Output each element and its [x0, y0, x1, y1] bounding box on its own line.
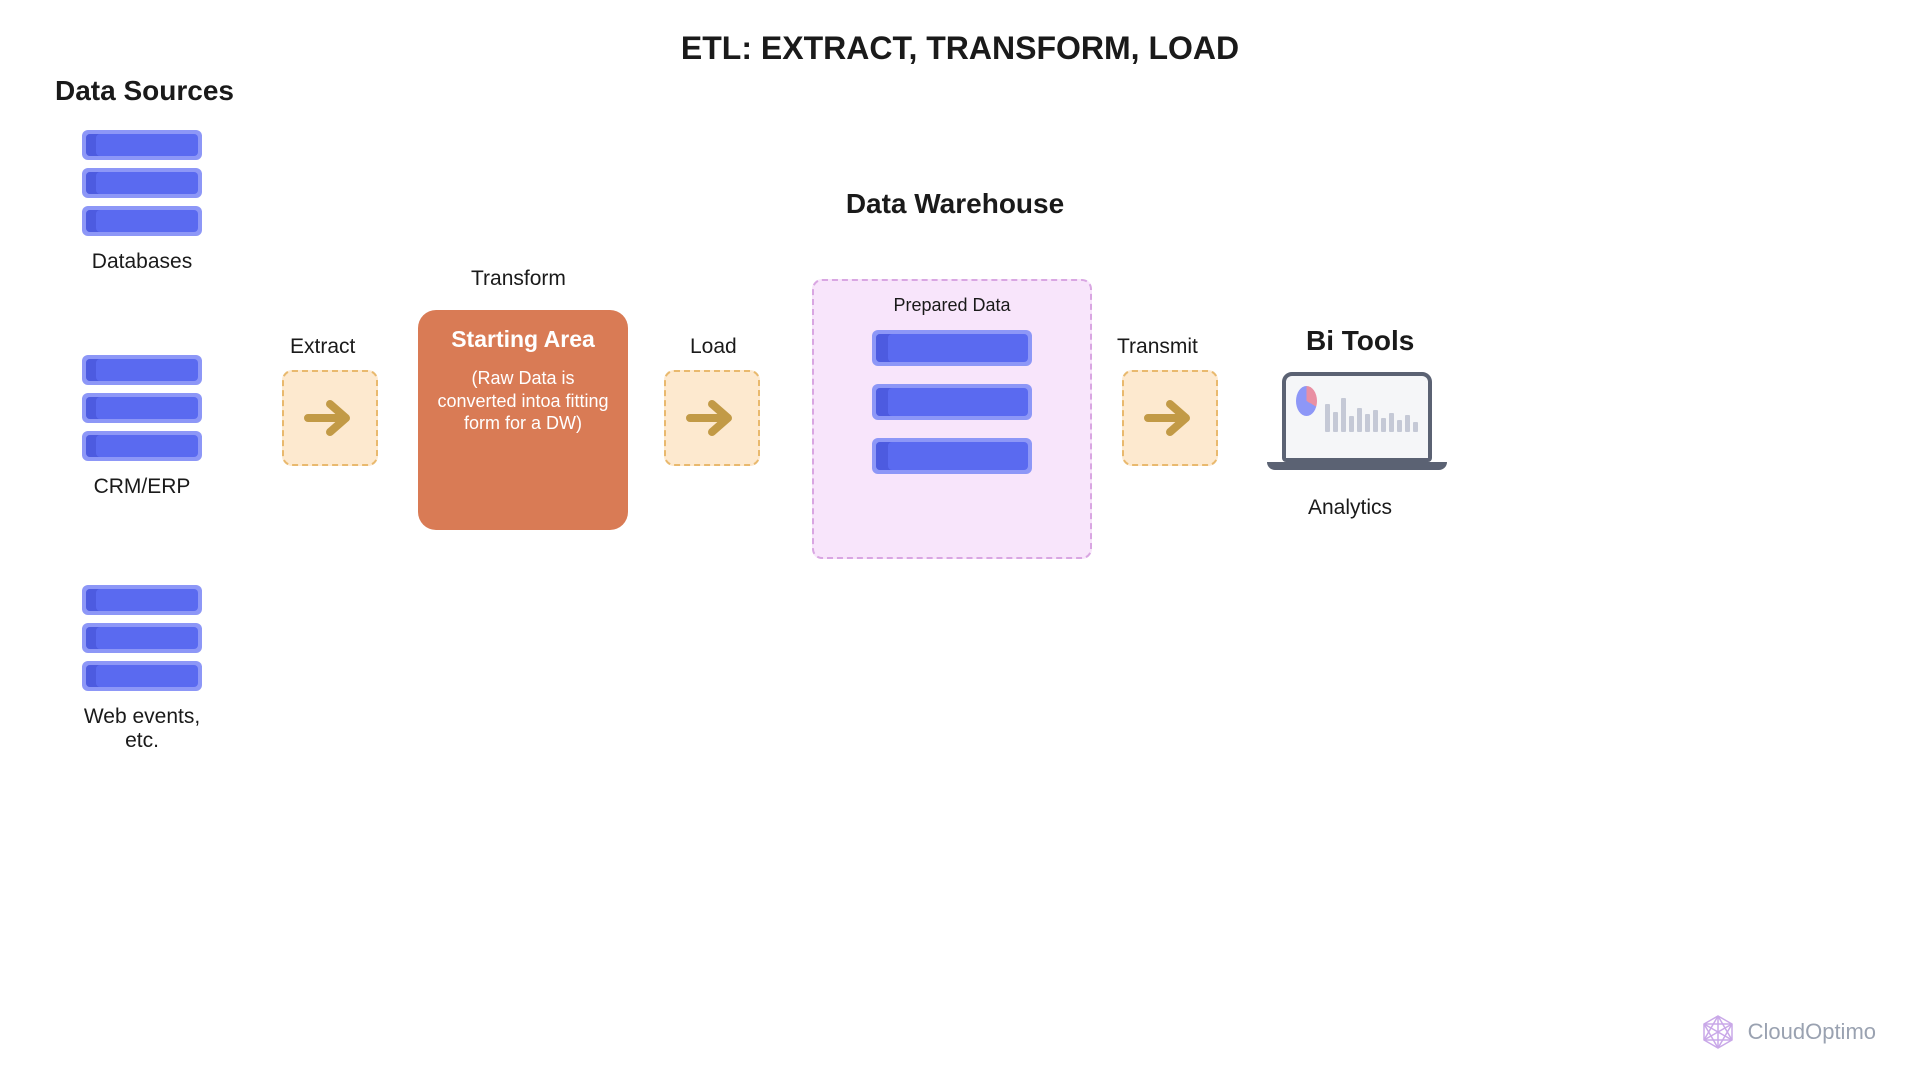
- cloudoptimo-icon: [1698, 1012, 1738, 1052]
- warehouse-heading: Data Warehouse: [845, 188, 1065, 220]
- arrow-label-extract: Extract: [290, 335, 355, 359]
- db-row-icon: [872, 330, 1032, 366]
- source-web-events: Web events, etc.: [82, 585, 212, 753]
- laptop-icon: [1267, 372, 1447, 470]
- brand-name: CloudOptimo: [1748, 1019, 1876, 1045]
- arrow-load: [664, 370, 760, 466]
- db-row-icon: [82, 585, 202, 615]
- warehouse-stack: [834, 330, 1070, 474]
- warehouse-sub: Prepared Data: [834, 295, 1070, 316]
- warehouse-box: Prepared Data: [812, 279, 1092, 559]
- bi-heading: Bi Tools: [1306, 325, 1414, 357]
- db-row-icon: [82, 130, 202, 160]
- arrow-extract: [282, 370, 378, 466]
- db-row-icon: [82, 393, 202, 423]
- db-row-icon: [82, 431, 202, 461]
- arrow-right-icon: [300, 388, 360, 448]
- transform-desc: (Raw Data is converted intoa fitting for…: [430, 367, 616, 435]
- arrow-transmit: [1122, 370, 1218, 466]
- arrow-label-transmit: Transmit: [1117, 335, 1198, 359]
- source-crm-erp: CRM/ERP: [82, 355, 212, 499]
- pie-chart-icon: [1296, 386, 1317, 416]
- bar-chart-icon: [1325, 392, 1418, 432]
- db-row-icon: [82, 206, 202, 236]
- diagram-title: ETL: EXTRACT, TRANSFORM, LOAD: [0, 30, 1920, 67]
- db-row-icon: [82, 623, 202, 653]
- arrow-right-icon: [682, 388, 742, 448]
- source-label-databases: Databases: [72, 250, 212, 274]
- sources-heading: Data Sources: [55, 75, 234, 107]
- transform-label: Transform: [471, 267, 566, 291]
- brand-logo: CloudOptimo: [1698, 1012, 1876, 1052]
- arrow-right-icon: [1140, 388, 1200, 448]
- db-row-icon: [872, 438, 1032, 474]
- source-label-crm-erp: CRM/ERP: [72, 475, 212, 499]
- laptop-base-icon: [1267, 462, 1447, 470]
- db-row-icon: [82, 168, 202, 198]
- source-databases: Databases: [82, 130, 212, 274]
- transform-title: Starting Area: [451, 326, 595, 353]
- db-row-icon: [82, 661, 202, 691]
- source-label-web-events: Web events, etc.: [72, 705, 212, 753]
- bi-caption: Analytics: [1308, 496, 1392, 520]
- transform-box: Starting Area (Raw Data is converted int…: [418, 310, 628, 530]
- laptop-screen-icon: [1282, 372, 1432, 462]
- db-row-icon: [82, 355, 202, 385]
- arrow-label-load: Load: [690, 335, 737, 359]
- db-row-icon: [872, 384, 1032, 420]
